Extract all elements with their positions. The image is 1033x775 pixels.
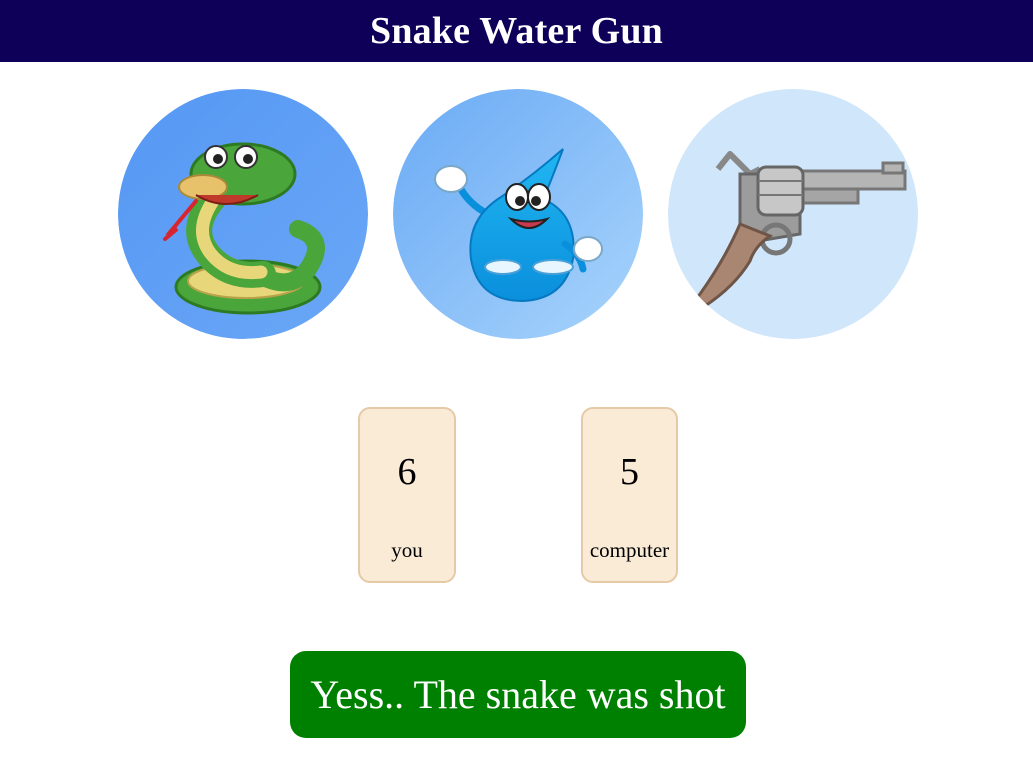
snake-choice-button[interactable] bbox=[118, 89, 368, 339]
page-title: Snake Water Gun bbox=[369, 10, 663, 52]
gun-choice-button[interactable] bbox=[668, 89, 918, 339]
water-choice-button[interactable] bbox=[393, 89, 643, 339]
computer-score-card: 5 computer bbox=[581, 407, 678, 583]
computer-score-value: 5 bbox=[620, 451, 639, 493]
player-score-card: 6 you bbox=[358, 407, 456, 583]
revolver-icon bbox=[668, 89, 918, 339]
result-message-text: Yess.. The snake was shot bbox=[310, 672, 726, 717]
result-message: Yess.. The snake was shot bbox=[290, 651, 746, 738]
computer-score-label: computer bbox=[589, 538, 670, 562]
player-score-label: you bbox=[391, 538, 423, 562]
app-header: Snake Water Gun bbox=[0, 0, 1033, 62]
player-score-value: 6 bbox=[397, 451, 417, 493]
snake-icon bbox=[118, 89, 368, 339]
water-drop-icon bbox=[393, 89, 643, 339]
